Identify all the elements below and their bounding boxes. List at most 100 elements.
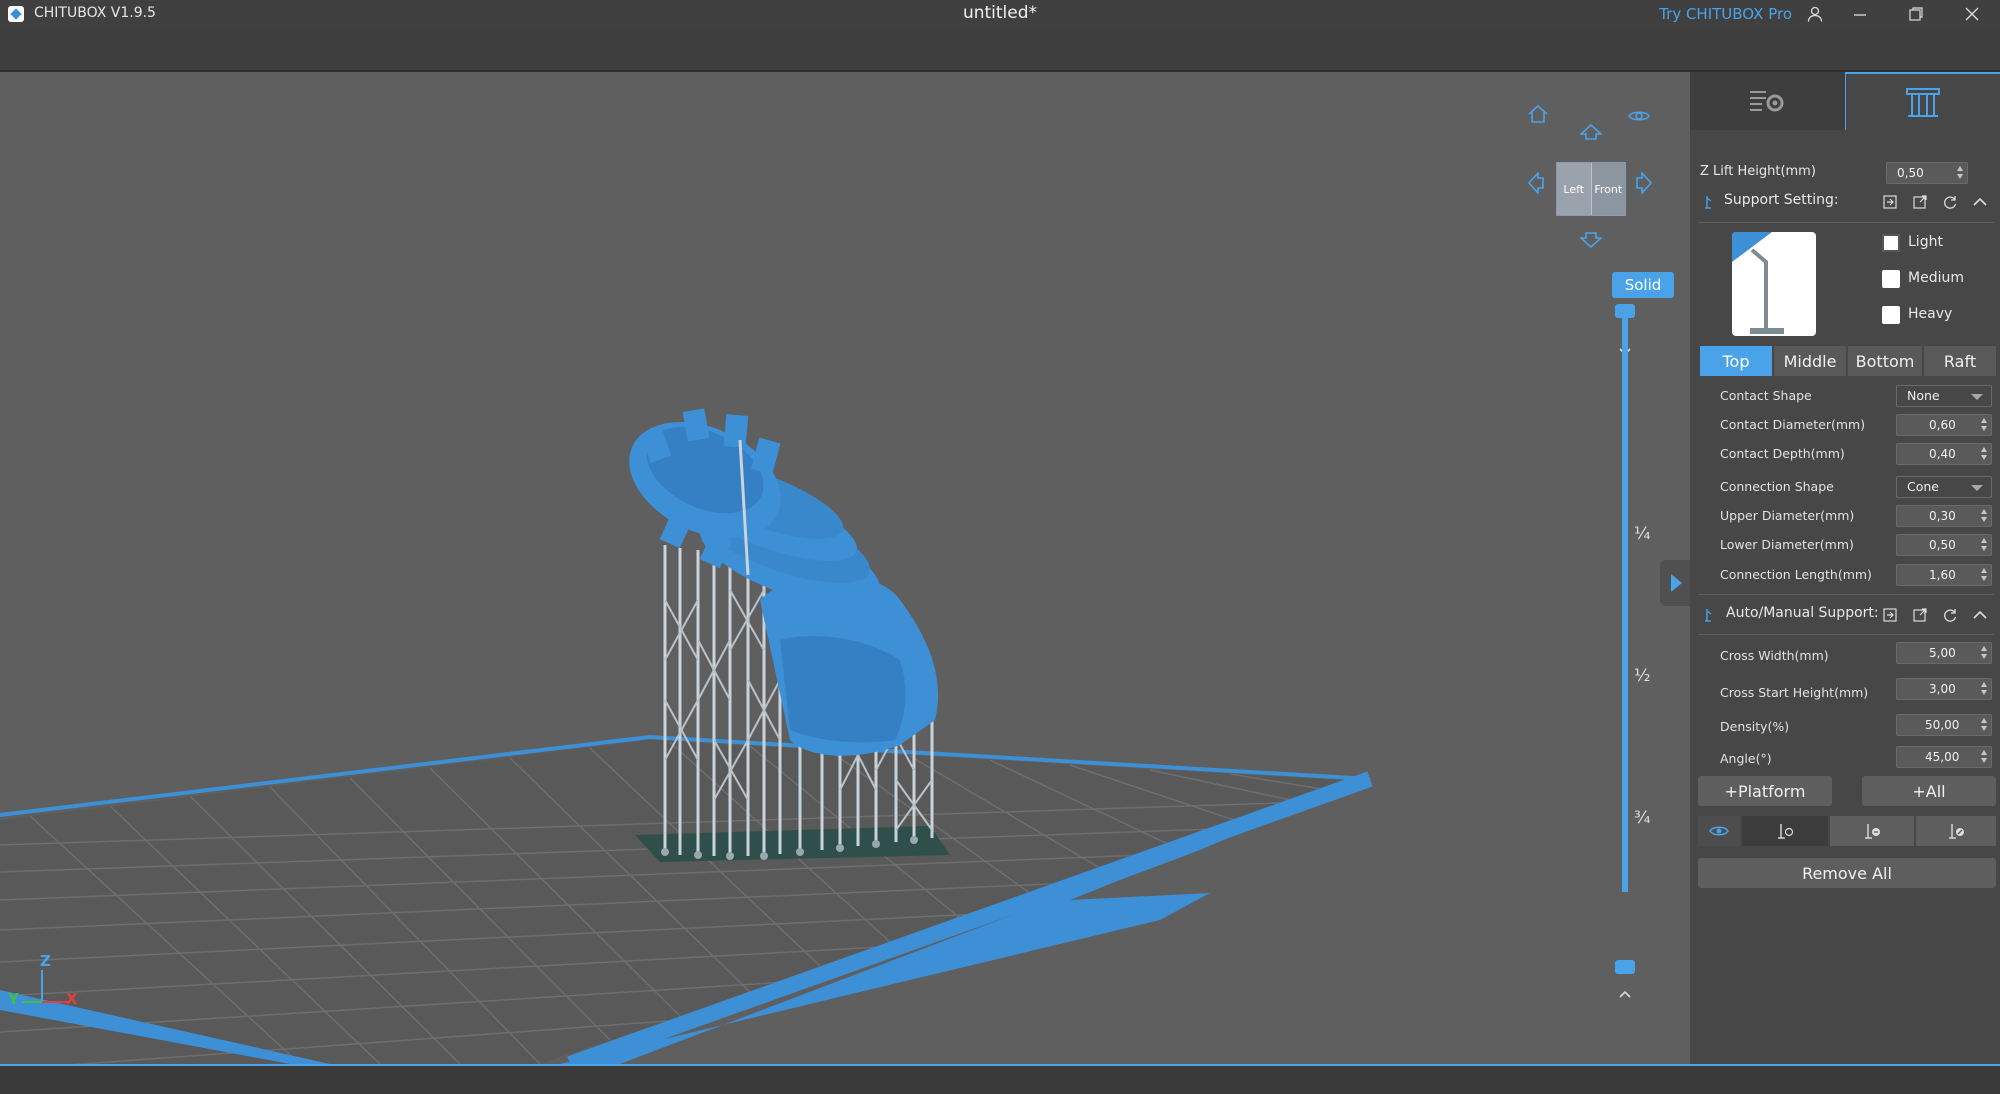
title-bar: CHITUBOX V1.9.5 untitled* Try CHITUBOX P… <box>0 0 2000 28</box>
contact-shape-label: Contact Shape <box>1720 388 1812 403</box>
tab-raft[interactable]: Raft <box>1924 346 1996 376</box>
slider-mark-half: ½ <box>1634 666 1651 686</box>
view-cube-left[interactable]: Left <box>1557 163 1592 215</box>
lower-diameter-value: 0,50 <box>1929 538 1956 552</box>
preset-heavy-label: Heavy <box>1908 306 1953 322</box>
upper-diameter-label: Upper Diameter(mm) <box>1720 508 1855 523</box>
panel-toggle-arrow-icon[interactable] <box>1660 560 1690 606</box>
cross-start-height-label: Cross Start Height(mm) <box>1720 685 1869 700</box>
connection-length-spinner[interactable] <box>1981 568 1988 582</box>
auto-manual-title: Auto/Manual Support: <box>1726 605 1879 621</box>
contact-depth-label: Contact Depth(mm) <box>1720 446 1845 461</box>
app-logo-icon <box>8 6 24 22</box>
upper-diameter-value: 0,30 <box>1929 509 1956 523</box>
remove-support-icon <box>1865 824 1880 839</box>
connection-length-label: Connection Length(mm) <box>1720 567 1872 582</box>
view-bottom-arrow-icon[interactable] <box>1578 232 1604 252</box>
3d-viewport[interactable]: Left Front Solid ¼ ½ ¾ Z Y X <box>0 72 1690 1064</box>
contact-diameter-input[interactable]: 0,60 <box>1896 414 1992 436</box>
export-support-icon[interactable] <box>1912 607 1928 623</box>
connection-shape-value: Cone <box>1907 479 1939 494</box>
add-support-tool-button[interactable] <box>1742 816 1828 846</box>
reset-settings-icon[interactable] <box>1942 194 1958 210</box>
import-settings-icon[interactable] <box>1882 194 1898 210</box>
cross-width-spinner[interactable] <box>1981 646 1988 660</box>
z-lift-spinner[interactable] <box>1957 166 1964 180</box>
cross-width-input[interactable]: 5,00 <box>1896 642 1992 664</box>
slider-expand-chevron-icon[interactable] <box>1617 986 1633 1002</box>
cross-start-height-spinner[interactable] <box>1981 682 1988 696</box>
view-cube[interactable]: Left Front <box>1556 162 1626 216</box>
tab-middle[interactable]: Middle <box>1774 346 1846 376</box>
layer-slider-track[interactable] <box>1622 312 1628 892</box>
lower-diameter-input[interactable]: 0,50 <box>1896 534 1992 556</box>
axis-z-label: Z <box>40 952 51 970</box>
user-icon[interactable] <box>1790 0 1840 28</box>
visibility-eye-icon[interactable] <box>1628 108 1650 127</box>
layer-slider-top-handle[interactable] <box>1615 304 1635 318</box>
view-top-arrow-icon[interactable] <box>1578 123 1604 144</box>
connection-length-input[interactable]: 1,60 <box>1896 564 1992 586</box>
close-button[interactable] <box>1946 0 1998 28</box>
preset-medium-checkbox[interactable] <box>1882 270 1900 288</box>
chevron-down-icon <box>1971 485 1983 491</box>
section-divider <box>1698 634 1994 635</box>
preset-heavy-checkbox[interactable] <box>1882 306 1900 324</box>
cross-width-label: Cross Width(mm) <box>1720 648 1829 663</box>
angle-spinner[interactable] <box>1981 750 1988 764</box>
edit-support-tool-button[interactable] <box>1916 816 1996 846</box>
cross-start-height-input[interactable]: 3,00 <box>1896 678 1992 700</box>
support-panel: Z Lift Height(mm) 0,50 Support Setting: … <box>1690 72 2000 1064</box>
remove-all-supports-button[interactable]: Remove All <box>1698 858 1996 888</box>
home-view-icon[interactable] <box>1527 104 1549 128</box>
collapse-auto-support-icon[interactable] <box>1972 607 1988 623</box>
upper-diameter-spinner[interactable] <box>1981 509 1988 523</box>
tab-top[interactable]: Top <box>1700 346 1772 376</box>
auto-support-icon <box>1705 609 1712 622</box>
view-cube-front[interactable]: Front <box>1591 163 1625 215</box>
lower-diameter-spinner[interactable] <box>1981 538 1988 552</box>
try-pro-link[interactable]: Try CHITUBOX Pro <box>1659 5 1792 23</box>
app-name: CHITUBOX V1.9.5 <box>34 5 156 21</box>
connection-shape-label: Connection Shape <box>1720 479 1834 494</box>
contact-depth-value: 0,40 <box>1929 447 1956 461</box>
contact-diameter-value: 0,60 <box>1929 418 1956 432</box>
connection-shape-select[interactable]: Cone <box>1896 476 1992 498</box>
upper-diameter-input[interactable]: 0,30 <box>1896 505 1992 527</box>
density-spinner[interactable] <box>1981 718 1988 732</box>
maximize-button[interactable] <box>1890 0 1942 28</box>
density-label: Density(%) <box>1720 719 1790 734</box>
add-platform-supports-button[interactable]: +Platform <box>1698 776 1832 806</box>
settings-tab-icon[interactable] <box>1690 72 1845 130</box>
minimize-button[interactable] <box>1834 0 1886 28</box>
collapse-support-setting-icon[interactable] <box>1972 194 1988 210</box>
preset-light-checkbox[interactable] <box>1882 234 1900 252</box>
section-divider <box>1698 594 1994 595</box>
add-all-supports-button[interactable]: +All <box>1862 776 1996 806</box>
contact-diameter-spinner[interactable] <box>1981 418 1988 432</box>
contact-depth-input[interactable]: 0,40 <box>1896 443 1992 465</box>
export-settings-icon[interactable] <box>1912 194 1928 210</box>
support-preset-preview <box>1732 232 1816 336</box>
import-support-icon[interactable] <box>1882 607 1898 623</box>
toolbar <box>0 28 2000 72</box>
view-left-arrow-icon[interactable] <box>1527 170 1544 198</box>
reset-support-icon[interactable] <box>1942 607 1958 623</box>
angle-value: 45,00 <box>1925 750 1960 764</box>
cross-start-height-value: 3,00 <box>1929 682 1956 696</box>
contact-depth-spinner[interactable] <box>1981 447 1988 461</box>
z-lift-input[interactable]: 0,50 <box>1886 162 1968 184</box>
contact-shape-select[interactable]: None <box>1896 385 1992 407</box>
supports-tab-icon[interactable] <box>1845 72 2000 130</box>
toggle-support-visibility-button[interactable] <box>1698 816 1740 846</box>
layer-slider-bottom-handle[interactable] <box>1615 960 1635 974</box>
remove-support-tool-button[interactable] <box>1830 816 1914 846</box>
density-input[interactable]: 50,00 <box>1896 714 1992 736</box>
view-right-arrow-icon[interactable] <box>1636 170 1653 198</box>
support-setting-title: Support Setting: <box>1724 192 1839 208</box>
print-scene[interactable] <box>0 72 1690 1064</box>
contact-diameter-label: Contact Diameter(mm) <box>1720 417 1866 432</box>
tab-bottom[interactable]: Bottom <box>1848 346 1922 376</box>
angle-input[interactable]: 45,00 <box>1896 746 1992 768</box>
render-mode-button[interactable]: Solid <box>1612 272 1674 298</box>
